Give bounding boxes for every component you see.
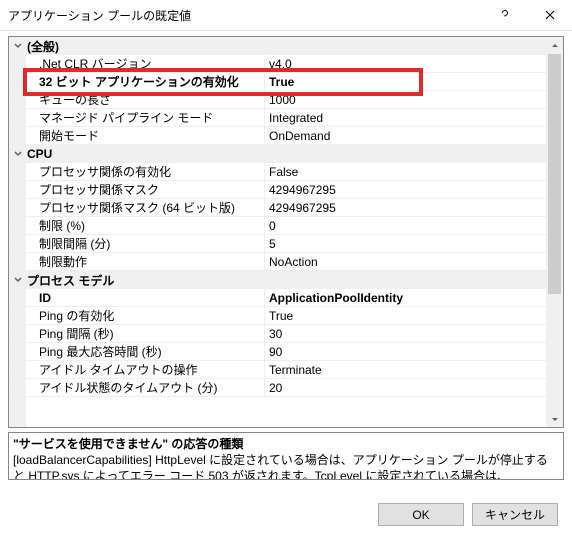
property-grid: (全般).Net CLR バージョン v4.0 32 ビット アプリケーションの有効… xyxy=(8,36,564,428)
vertical-scrollbar[interactable] xyxy=(546,37,563,427)
property-row[interactable]: プロセッサ関係の有効化 False xyxy=(9,163,546,181)
property-value[interactable]: v4.0 xyxy=(265,57,546,71)
property-row[interactable]: プロセッサ関係マスク 4294967295 xyxy=(9,181,546,199)
property-label: 32 ビット アプリケーションの有効化 xyxy=(26,73,239,90)
property-label: アイドル タイムアウトの操作 xyxy=(26,361,198,378)
property-label: マネージド パイプライン モード xyxy=(26,109,213,126)
property-label: プロセッサ関係マスク (64 ビット版) xyxy=(26,199,235,216)
property-value[interactable]: 90 xyxy=(265,345,546,359)
collapse-icon[interactable] xyxy=(11,39,25,53)
window-buttons xyxy=(482,0,572,30)
scroll-thumb[interactable] xyxy=(548,54,561,294)
collapse-icon[interactable] xyxy=(11,147,25,161)
property-value[interactable]: 30 xyxy=(265,327,546,341)
property-label: プロセッサ関係の有効化 xyxy=(26,163,171,180)
ok-button[interactable]: OK xyxy=(378,503,464,526)
property-label: Ping の有効化 xyxy=(26,307,114,324)
property-label: キューの長さ xyxy=(26,91,111,108)
property-label: 制限 (%) xyxy=(26,217,85,234)
property-value[interactable]: True xyxy=(265,309,546,323)
dialog-buttons: OK キャンセル xyxy=(378,503,558,526)
property-value[interactable]: 1000 xyxy=(265,93,546,107)
property-row[interactable]: マネージド パイプライン モード Integrated xyxy=(9,109,546,127)
dialog-title: アプリケーション プールの既定値 xyxy=(8,7,191,24)
property-row[interactable]: アイドル状態のタイムアウト (分) 20 xyxy=(9,379,546,397)
category-label: (全般) xyxy=(27,38,59,55)
property-label: Ping 最大応答時間 (秒) xyxy=(26,343,162,360)
property-label: .Net CLR バージョン xyxy=(26,55,151,72)
property-row[interactable]: Ping 最大応答時間 (秒) 90 xyxy=(9,343,546,361)
property-label: アイドル状態のタイムアウト (分) xyxy=(26,379,218,396)
property-label: 開始モード xyxy=(26,127,99,144)
category-row[interactable]: プロセス モデル xyxy=(9,271,546,289)
property-value[interactable]: 0 xyxy=(265,219,546,233)
property-value[interactable]: 5 xyxy=(265,237,546,251)
property-label: プロセッサ関係マスク xyxy=(26,181,159,198)
description-panel: "サービスを使用できません" の応答の種類 [loadBalancerCapab… xyxy=(8,432,564,480)
property-row[interactable]: 制限間隔 (分) 5 xyxy=(9,235,546,253)
property-row[interactable]: Ping 間隔 (秒) 30 xyxy=(9,325,546,343)
grid-rows: (全般).Net CLR バージョン v4.0 32 ビット アプリケーションの有効… xyxy=(9,37,546,397)
property-row[interactable]: プロセッサ関係マスク (64 ビット版) 4294967295 xyxy=(9,199,546,217)
property-row[interactable]: アイドル タイムアウトの操作 Terminate xyxy=(9,361,546,379)
property-value[interactable]: True xyxy=(265,75,546,89)
property-row[interactable]: ID ApplicationPoolIdentity xyxy=(9,289,546,307)
property-value[interactable]: OnDemand xyxy=(265,129,546,143)
property-row[interactable]: キューの長さ 1000 xyxy=(9,91,546,109)
category-row[interactable]: CPU xyxy=(9,145,546,163)
property-label: 制限動作 xyxy=(26,253,87,270)
description-title: "サービスを使用できません" の応答の種類 xyxy=(13,435,559,452)
scroll-down-button[interactable] xyxy=(546,410,563,427)
category-row[interactable]: (全般) xyxy=(9,37,546,55)
property-value[interactable]: NoAction xyxy=(265,255,546,269)
property-row[interactable]: 制限動作 NoAction xyxy=(9,253,546,271)
property-value[interactable]: ApplicationPoolIdentity xyxy=(265,291,546,305)
category-label: プロセス モデル xyxy=(27,272,114,289)
property-value[interactable]: False xyxy=(265,165,546,179)
property-value[interactable]: 4294967295 xyxy=(265,201,546,215)
scroll-track[interactable] xyxy=(546,54,563,410)
property-label: 制限間隔 (分) xyxy=(26,235,110,252)
grid-viewport: (全般).Net CLR バージョン v4.0 32 ビット アプリケーションの有効… xyxy=(9,37,546,427)
description-body: [loadBalancerCapabilities] HttpLevel に設定… xyxy=(13,452,559,480)
property-row[interactable]: Ping の有効化 True xyxy=(9,307,546,325)
property-value[interactable]: Terminate xyxy=(265,363,546,377)
property-value[interactable]: 4294967295 xyxy=(265,183,546,197)
close-button[interactable] xyxy=(527,0,572,30)
category-label: CPU xyxy=(27,147,52,161)
property-row[interactable]: 制限 (%) 0 xyxy=(9,217,546,235)
property-value[interactable]: 20 xyxy=(265,381,546,395)
property-row[interactable]: .Net CLR バージョン v4.0 xyxy=(9,55,546,73)
property-row[interactable]: 32 ビット アプリケーションの有効化 True xyxy=(9,73,546,91)
cancel-button[interactable]: キャンセル xyxy=(472,503,558,526)
property-value[interactable]: Integrated xyxy=(265,111,546,125)
property-label: Ping 間隔 (秒) xyxy=(26,325,114,342)
property-row[interactable]: 開始モード OnDemand xyxy=(9,127,546,145)
titlebar: アプリケーション プールの既定値 xyxy=(0,0,572,31)
help-button[interactable] xyxy=(482,0,527,30)
scroll-up-button[interactable] xyxy=(546,37,563,54)
property-label: ID xyxy=(26,291,51,305)
collapse-icon[interactable] xyxy=(11,273,25,287)
